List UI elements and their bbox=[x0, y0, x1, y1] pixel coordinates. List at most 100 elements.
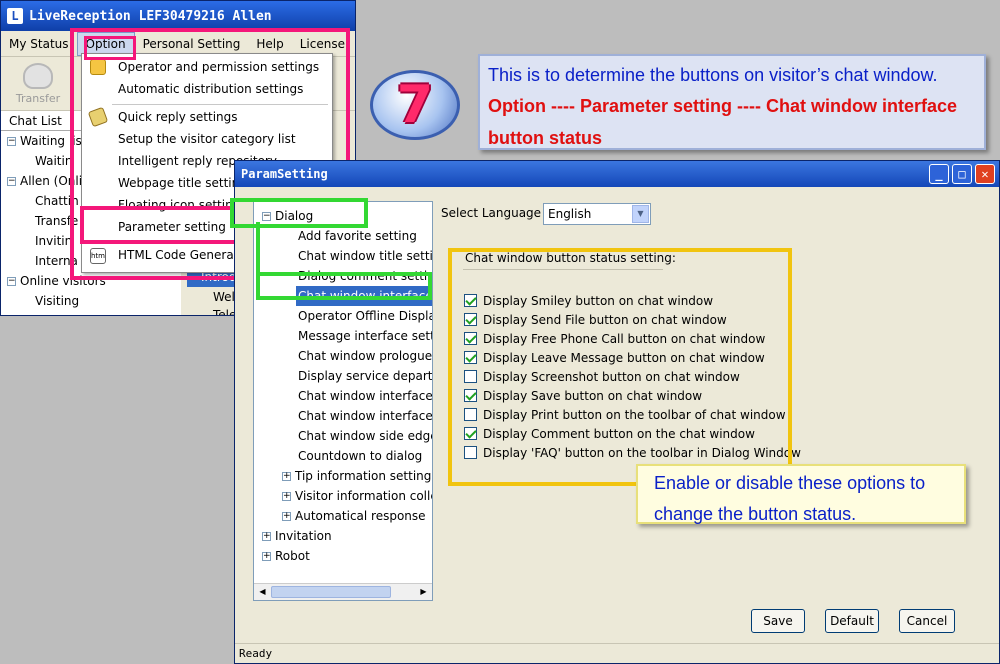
menu-help[interactable]: Help bbox=[248, 33, 291, 55]
menu-license[interactable]: License bbox=[292, 33, 353, 55]
tree-node-chat-window-interface-font[interactable]: Chat window interface fo bbox=[298, 406, 432, 426]
select-language-label: Select Language bbox=[441, 206, 542, 220]
minimize-button[interactable]: _ bbox=[929, 164, 949, 184]
expand-icon[interactable]: + bbox=[282, 512, 291, 521]
option-row[interactable]: Display Save button on chat window bbox=[464, 386, 702, 405]
collapse-icon[interactable]: − bbox=[7, 177, 16, 186]
tree-node-message-interface[interactable]: Message interface setting bbox=[298, 326, 432, 346]
expand-icon[interactable]: + bbox=[282, 472, 291, 481]
checkbox[interactable] bbox=[464, 389, 477, 402]
menu-option[interactable]: Option bbox=[76, 31, 135, 56]
menu-item-operator-permission[interactable]: Operator and permission settings bbox=[82, 56, 332, 78]
checkbox-label: Display Comment button on the chat windo… bbox=[483, 426, 755, 441]
checkbox[interactable] bbox=[464, 370, 477, 383]
option-row[interactable]: Display Print button on the toolbar of c… bbox=[464, 405, 786, 424]
chevron-down-icon[interactable]: ▼ bbox=[632, 205, 649, 223]
app-title: LiveReception LEF30479216 Allen bbox=[29, 8, 272, 24]
button-status-group-title: Chat window button status setting: bbox=[465, 251, 676, 265]
transfer-phone-icon bbox=[23, 63, 53, 89]
tree-node-dialog[interactable]: − Dialog bbox=[262, 206, 313, 226]
option-row[interactable]: Display Send File button on chat window bbox=[464, 310, 727, 329]
checkbox-label: Display Save button on chat window bbox=[483, 388, 703, 403]
scroll-right-icon[interactable]: ▶ bbox=[416, 585, 431, 599]
dialog-title: ParamSetting bbox=[241, 167, 328, 181]
app-titlebar: L LiveReception LEF30479216 Allen bbox=[1, 1, 355, 31]
checkbox[interactable] bbox=[464, 332, 477, 345]
tree-node-invitation[interactable]: + Invitation bbox=[262, 526, 332, 546]
option-row[interactable]: Display Smiley button on chat window bbox=[464, 291, 713, 310]
scrollbar-thumb[interactable] bbox=[271, 586, 391, 598]
callout-line-2: Option ---- Parameter setting ---- Chat … bbox=[488, 96, 958, 116]
instruction-line-2: change the button status. bbox=[654, 504, 857, 524]
checkbox-label: Display 'FAQ' button on the toolbar in D… bbox=[483, 445, 801, 460]
option-row[interactable]: Display Screenshot button on chat window bbox=[464, 367, 740, 386]
tree-node-visiting[interactable]: Visiting bbox=[1, 291, 181, 311]
checkbox-label: Display Free Phone Call button on chat w… bbox=[483, 331, 766, 346]
option-row[interactable]: Display 'FAQ' button on the toolbar in D… bbox=[464, 443, 801, 462]
dialog-titlebar: ParamSetting _ □ ✕ bbox=[235, 161, 999, 187]
param-setting-dialog: ParamSetting _ □ ✕ − Dialog Add favorite … bbox=[234, 160, 1000, 664]
collapse-icon[interactable]: − bbox=[7, 277, 16, 286]
checkbox[interactable] bbox=[464, 351, 477, 364]
app-logo-icon: L bbox=[7, 8, 23, 24]
scroll-left-icon[interactable]: ◀ bbox=[255, 585, 270, 599]
tree-node-robot[interactable]: + Robot bbox=[262, 546, 310, 566]
callout-line-3: button status bbox=[488, 128, 602, 148]
cancel-button[interactable]: Cancel bbox=[899, 609, 955, 633]
tree-node-chat-window-side-edge[interactable]: Chat window side edge a bbox=[298, 426, 432, 446]
callout-line-1: This is to determine the buttons on visi… bbox=[488, 65, 938, 85]
tree-node-chat-window-prologue[interactable]: Chat window prologue se bbox=[298, 346, 432, 366]
checkbox-label: Display Leave Message button on chat win… bbox=[483, 350, 765, 365]
tree-node-chat-window-title[interactable]: Chat window title setting bbox=[298, 246, 432, 266]
collapse-icon[interactable]: − bbox=[7, 137, 16, 146]
tree-node-automatical-response[interactable]: + Automatical response bbox=[282, 506, 426, 526]
checkbox[interactable] bbox=[464, 408, 477, 421]
collapse-icon[interactable]: − bbox=[262, 212, 271, 221]
language-select[interactable]: English ▼ bbox=[543, 203, 651, 225]
menu-personal-setting[interactable]: Personal Setting bbox=[135, 33, 249, 55]
checkbox-label: Display Screenshot button on chat window bbox=[483, 369, 740, 384]
tree-node-operator-offline[interactable]: Operator Offline Display in bbox=[298, 306, 432, 326]
group-divider bbox=[463, 269, 663, 270]
checkbox[interactable] bbox=[464, 294, 477, 307]
option-row[interactable]: Display Leave Message button on chat win… bbox=[464, 348, 765, 367]
transfer-label: Transfer bbox=[15, 92, 61, 105]
menu-separator bbox=[112, 104, 328, 105]
save-button[interactable]: Save bbox=[751, 609, 805, 633]
checkbox-label: Display Print button on the toolbar of c… bbox=[483, 407, 786, 422]
menu-item-visitor-category[interactable]: Setup the visitor category list bbox=[82, 128, 332, 150]
tree-node-countdown-to-dialog[interactable]: Countdown to dialog bbox=[298, 446, 422, 466]
tree-node-chat-window-interface-button[interactable]: Chat window interface bu bbox=[296, 286, 432, 306]
menu-item-auto-distribution[interactable]: Automatic distribution settings bbox=[82, 78, 332, 100]
tree-node-display-service-department[interactable]: Display service departmen bbox=[298, 366, 432, 386]
option-row[interactable]: Display Comment button on the chat windo… bbox=[464, 424, 755, 443]
tree-node-online-visitors[interactable]: − Online visitors bbox=[1, 271, 181, 291]
checkbox[interactable] bbox=[464, 446, 477, 459]
close-button[interactable]: ✕ bbox=[975, 164, 995, 184]
menu-my-status[interactable]: My Status bbox=[1, 33, 77, 55]
expand-icon[interactable]: + bbox=[262, 552, 271, 561]
tree-node-tip-information[interactable]: + Tip information setting bbox=[282, 466, 431, 486]
checkbox[interactable] bbox=[464, 427, 477, 440]
menu-item-quick-reply[interactable]: Quick reply settings bbox=[82, 106, 332, 128]
tree-horizontal-scrollbar[interactable]: ◀ ▶ bbox=[254, 583, 432, 600]
settings-tree: − Dialog Add favorite setting Chat window… bbox=[253, 201, 433, 601]
default-button[interactable]: Default bbox=[825, 609, 879, 633]
tree-node-chat-window-interface-skin[interactable]: Chat window interface sk bbox=[298, 386, 432, 406]
tree-node-visitor-information[interactable]: + Visitor information collec bbox=[282, 486, 432, 506]
callout-instruction: Enable or disable these options to chang… bbox=[636, 464, 966, 524]
expand-icon[interactable]: + bbox=[262, 532, 271, 541]
callout-description: This is to determine the buttons on visi… bbox=[478, 54, 986, 150]
tree-node-add-favorite[interactable]: Add favorite setting bbox=[298, 226, 417, 246]
expand-icon[interactable]: + bbox=[282, 492, 291, 501]
checkbox[interactable] bbox=[464, 313, 477, 326]
checkbox-label: Display Send File button on chat window bbox=[483, 312, 727, 327]
maximize-button[interactable]: □ bbox=[952, 164, 972, 184]
language-value: English bbox=[548, 207, 592, 221]
instruction-line-1: Enable or disable these options to bbox=[654, 473, 926, 493]
status-bar: Ready bbox=[235, 643, 999, 663]
transfer-button[interactable]: Transfer bbox=[13, 63, 63, 105]
option-row[interactable]: Display Free Phone Call button on chat w… bbox=[464, 329, 765, 348]
checkbox-label: Display Smiley button on chat window bbox=[483, 293, 714, 308]
tree-node-dialog-comment[interactable]: Dialog comment setting bbox=[298, 266, 432, 286]
